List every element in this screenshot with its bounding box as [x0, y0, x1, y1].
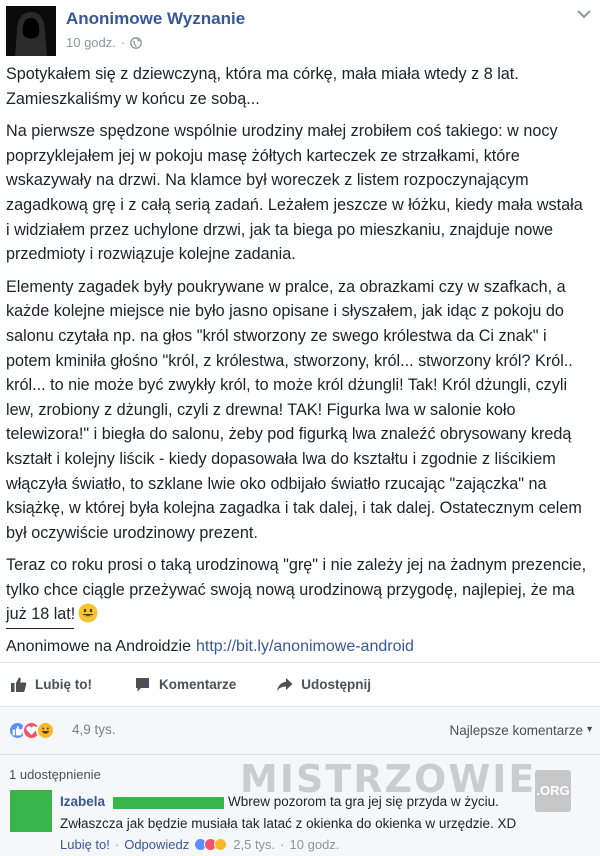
comment-button[interactable]: Komentarze [134, 676, 236, 693]
share-button-label: Udostępnij [301, 677, 372, 692]
footer-separator [6, 628, 74, 629]
comment-actions: Lubię to! · Odpowiedz 2,5 tys. · 10 godz… [60, 837, 339, 852]
meta-separator: · [120, 35, 126, 50]
comment-text-line-2: Zwłaszcza jak będzie musiała tak latać z… [60, 816, 517, 831]
share-button[interactable]: Udostępnij [276, 676, 371, 693]
android-link[interactable]: http://bit.ly/anonimowe-android [196, 638, 414, 655]
reactions-bar: 4,9 tys. Najlepsze komentarze ▼ [0, 706, 600, 754]
post-paragraph-3: Elementy zagadek były poukrywane w pralc… [6, 277, 582, 542]
watermark-tld: .ORG [535, 770, 571, 812]
like-button[interactable]: Lubię to! [10, 676, 92, 693]
comment-sort-label: Najlepsze komentarze [449, 723, 584, 738]
page-avatar[interactable] [6, 6, 56, 56]
haha-reaction-icon [36, 721, 55, 740]
share-arrow-icon [277, 678, 293, 691]
hooded-figure-icon [6, 6, 56, 56]
post-time[interactable]: 10 godz. [66, 35, 116, 50]
comment-like-link[interactable]: Lubię to! [60, 837, 110, 852]
comment-reaction-icons[interactable] [194, 838, 228, 851]
caret-down-icon: ▼ [585, 724, 594, 734]
reaction-icons[interactable] [8, 721, 55, 740]
comment-sort-dropdown[interactable]: Najlepsze komentarze ▼ [450, 723, 595, 738]
redaction-bar [113, 797, 224, 809]
comment-reply-link[interactable]: Odpowiedz [124, 837, 189, 852]
comment-sep-1: · [114, 837, 120, 852]
comment-time[interactable]: 10 godz. [290, 837, 340, 852]
reaction-count[interactable]: 4,9 tys. [72, 722, 116, 737]
post-paragraph-2: Na pierwsze spędzone wspólnie urodziny m… [6, 122, 583, 264]
shares-count[interactable]: 1 udostępnienie [9, 767, 101, 782]
comment-icon [136, 678, 149, 692]
chevron-down-icon[interactable] [576, 8, 592, 20]
post-meta: 10 godz. · [66, 35, 143, 50]
comment-text-line-1: Wbrew pozorom ta gra jej się przyda w ży… [228, 794, 499, 809]
comment-reaction-count[interactable]: 2,5 tys. [233, 837, 275, 852]
globe-icon [130, 36, 143, 49]
like-button-label: Lubię to! [35, 677, 92, 692]
post-actions: Lubię to! Komentarze Udostępnij [0, 662, 600, 706]
comment-button-label: Komentarze [159, 677, 237, 692]
post-body: Spotykałem się z dziewczyną, która ma có… [6, 62, 590, 635]
smile-emoji-icon [78, 603, 98, 623]
comment-avatar[interactable] [10, 790, 52, 832]
footer-line: Anonimowe na Androidzie http://bit.ly/ano… [6, 636, 414, 658]
post-paragraph-4: Teraz co roku prosi o taką urodzinową "g… [6, 553, 590, 627]
thumbs-up-icon [11, 677, 27, 692]
footer-text: Anonimowe na Androidzie [6, 638, 192, 655]
comment-author[interactable]: Izabela [60, 794, 105, 809]
page-name[interactable]: Anonimowe Wyznanie [66, 9, 245, 29]
comment-haha-reaction-icon [214, 838, 228, 851]
post-header: Anonimowe Wyznanie 10 godz. · [6, 6, 594, 58]
comment-sep-2: · [280, 837, 285, 852]
post-paragraph-1: Spotykałem się z dziewczyną, która ma có… [6, 65, 519, 108]
